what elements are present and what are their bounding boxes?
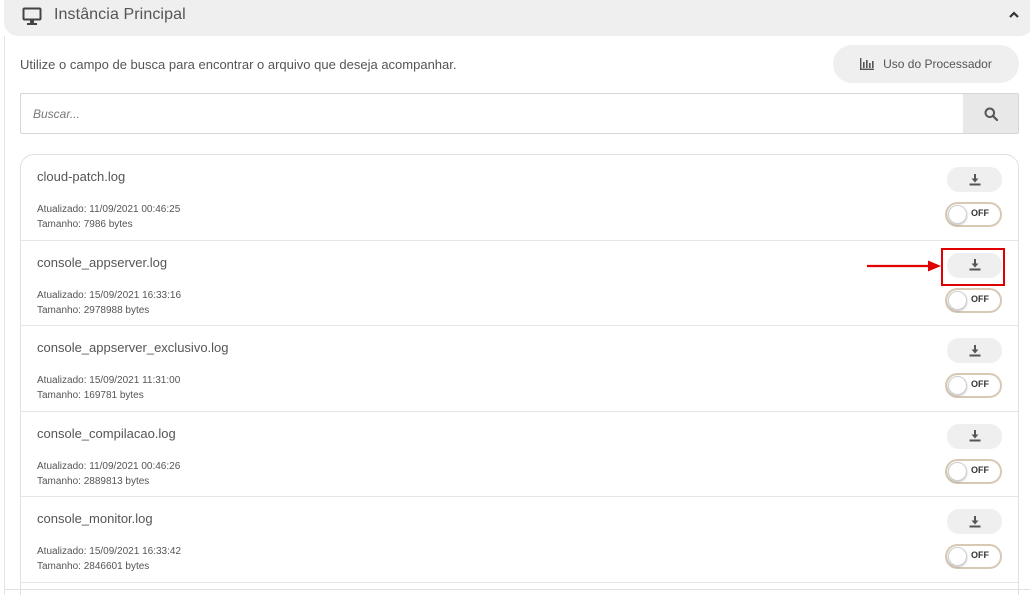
download-icon — [969, 344, 980, 356]
file-updated: Atualizado: 15/09/2021 11:31:00 — [37, 375, 181, 386]
chevron-up-icon[interactable] — [1008, 9, 1020, 21]
file-row: console_appserver.log Atualizado: 15/09/… — [21, 241, 1018, 326]
processor-usage-label: Uso do Processador — [883, 57, 992, 71]
download-button[interactable] — [947, 338, 1002, 363]
file-list: cloud-patch.log Atualizado: 11/09/2021 0… — [20, 154, 1019, 595]
processor-usage-button[interactable]: Uso do Processador — [833, 45, 1019, 83]
file-updated: Atualizado: 15/09/2021 16:33:16 — [37, 289, 182, 301]
file-updated: Atualizado: 11/09/2021 00:46:26 — [37, 460, 181, 472]
bar-chart-icon — [860, 58, 875, 70]
monitor-icon — [22, 7, 42, 25]
search-button[interactable] — [963, 94, 1018, 133]
toggle-knob — [948, 461, 967, 481]
file-updated: Atualizado: 15/09/2021 16:33:42 — [37, 546, 182, 557]
toggle-knob — [948, 547, 967, 566]
toggle-label: OFF — [971, 464, 989, 475]
toggle-knob — [948, 376, 967, 395]
toggle-label: OFF — [971, 293, 989, 304]
toggle-label: OFF — [971, 208, 989, 218]
search-icon — [984, 107, 998, 121]
toggle-label: OFF — [971, 550, 989, 560]
download-icon — [969, 430, 980, 442]
file-row: cloud-patch.log Atualizado: 11/09/2021 0… — [21, 155, 1018, 241]
file-row: console_monitor.log Atualizado: 15/09/20… — [21, 497, 1018, 583]
monitor-toggle[interactable]: OFF — [945, 458, 1002, 484]
file-name: console_compilacao.log — [37, 425, 176, 441]
toggle-knob — [948, 205, 967, 224]
toggle-knob — [948, 290, 967, 310]
divider — [4, 589, 1030, 590]
panel-title: Instância Principal — [54, 6, 186, 23]
toggle-label: OFF — [971, 379, 989, 389]
download-icon — [969, 515, 980, 527]
file-updated: Atualizado: 11/09/2021 00:46:25 — [37, 204, 181, 215]
search-input[interactable] — [21, 94, 963, 133]
file-row: console_compilacao.log Atualizado: 11/09… — [21, 412, 1018, 497]
file-row: console_appserver_exclusivo.log Atualiza… — [21, 326, 1018, 412]
file-name: console_appserver.log — [37, 254, 168, 270]
monitor-toggle[interactable]: OFF — [945, 202, 1002, 227]
panel-border — [4, 36, 5, 595]
search-bar — [20, 93, 1019, 134]
monitor-toggle[interactable]: OFF — [945, 544, 1002, 569]
file-name: console_appserver_exclusivo.log — [37, 340, 229, 355]
file-size: Tamanho: 7986 bytes — [37, 219, 133, 230]
download-icon — [969, 259, 980, 271]
file-size: Tamanho: 2978988 bytes — [37, 304, 150, 316]
help-text: Utilize o campo de busca para encontrar … — [20, 57, 457, 72]
file-size: Tamanho: 2889813 bytes — [37, 475, 150, 487]
file-name: console_monitor.log — [37, 511, 153, 526]
download-button[interactable] — [947, 423, 1002, 449]
download-button[interactable] — [947, 252, 1002, 278]
download-button[interactable] — [947, 509, 1002, 534]
file-name: cloud-patch.log — [37, 169, 126, 184]
file-size: Tamanho: 2846601 bytes — [37, 561, 150, 572]
file-size: Tamanho: 169781 bytes — [37, 390, 144, 401]
download-icon — [969, 173, 980, 185]
monitor-toggle[interactable]: OFF — [945, 373, 1002, 398]
monitor-toggle[interactable]: OFF — [945, 287, 1002, 313]
download-button[interactable] — [947, 167, 1002, 192]
arrow-annotation — [867, 260, 941, 272]
panel-header[interactable]: Instância Principal — [4, 0, 1030, 36]
